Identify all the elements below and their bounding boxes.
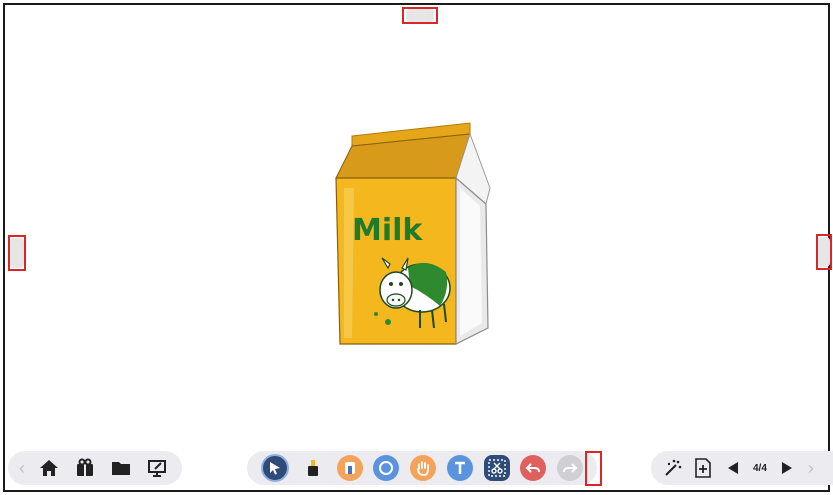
redo-icon[interactable]	[557, 455, 583, 481]
chevron-left-icon[interactable]: ‹	[16, 458, 28, 479]
scissors-select-icon[interactable]	[483, 455, 510, 481]
page-toolbar: 4/4 ›	[651, 451, 833, 485]
screen-annotate-icon[interactable]	[142, 454, 172, 482]
pen-icon[interactable]	[300, 455, 326, 481]
next-page-icon[interactable]	[775, 456, 799, 480]
page-indicator: 4/4	[753, 462, 767, 474]
select-arrow-icon[interactable]	[261, 454, 289, 482]
milk-carton-text: Milk	[352, 213, 423, 248]
text-icon[interactable]	[446, 455, 473, 481]
eraser-icon[interactable]	[336, 455, 363, 481]
left-handle-highlight	[8, 235, 26, 271]
folder-icon[interactable]	[106, 454, 136, 482]
top-handle-highlight	[402, 7, 438, 24]
drawing-tools-toolbar	[247, 451, 597, 485]
undo-icon[interactable]	[520, 455, 547, 481]
gift-box-icon[interactable]	[70, 454, 100, 482]
shape-circle-icon[interactable]	[373, 455, 400, 481]
home-icon[interactable]	[34, 454, 64, 482]
hand-icon[interactable]	[410, 455, 436, 481]
right-handle-highlight	[816, 234, 832, 270]
magic-clear-icon[interactable]	[661, 456, 685, 480]
add-page-icon[interactable]	[691, 456, 715, 480]
milk-carton-image[interactable]: Milk	[330, 118, 502, 350]
left-toolbar: ‹	[8, 451, 182, 485]
toolbar-end-highlight	[585, 451, 602, 486]
previous-page-icon[interactable]	[721, 456, 745, 480]
chevron-right-icon[interactable]: ›	[805, 458, 817, 479]
